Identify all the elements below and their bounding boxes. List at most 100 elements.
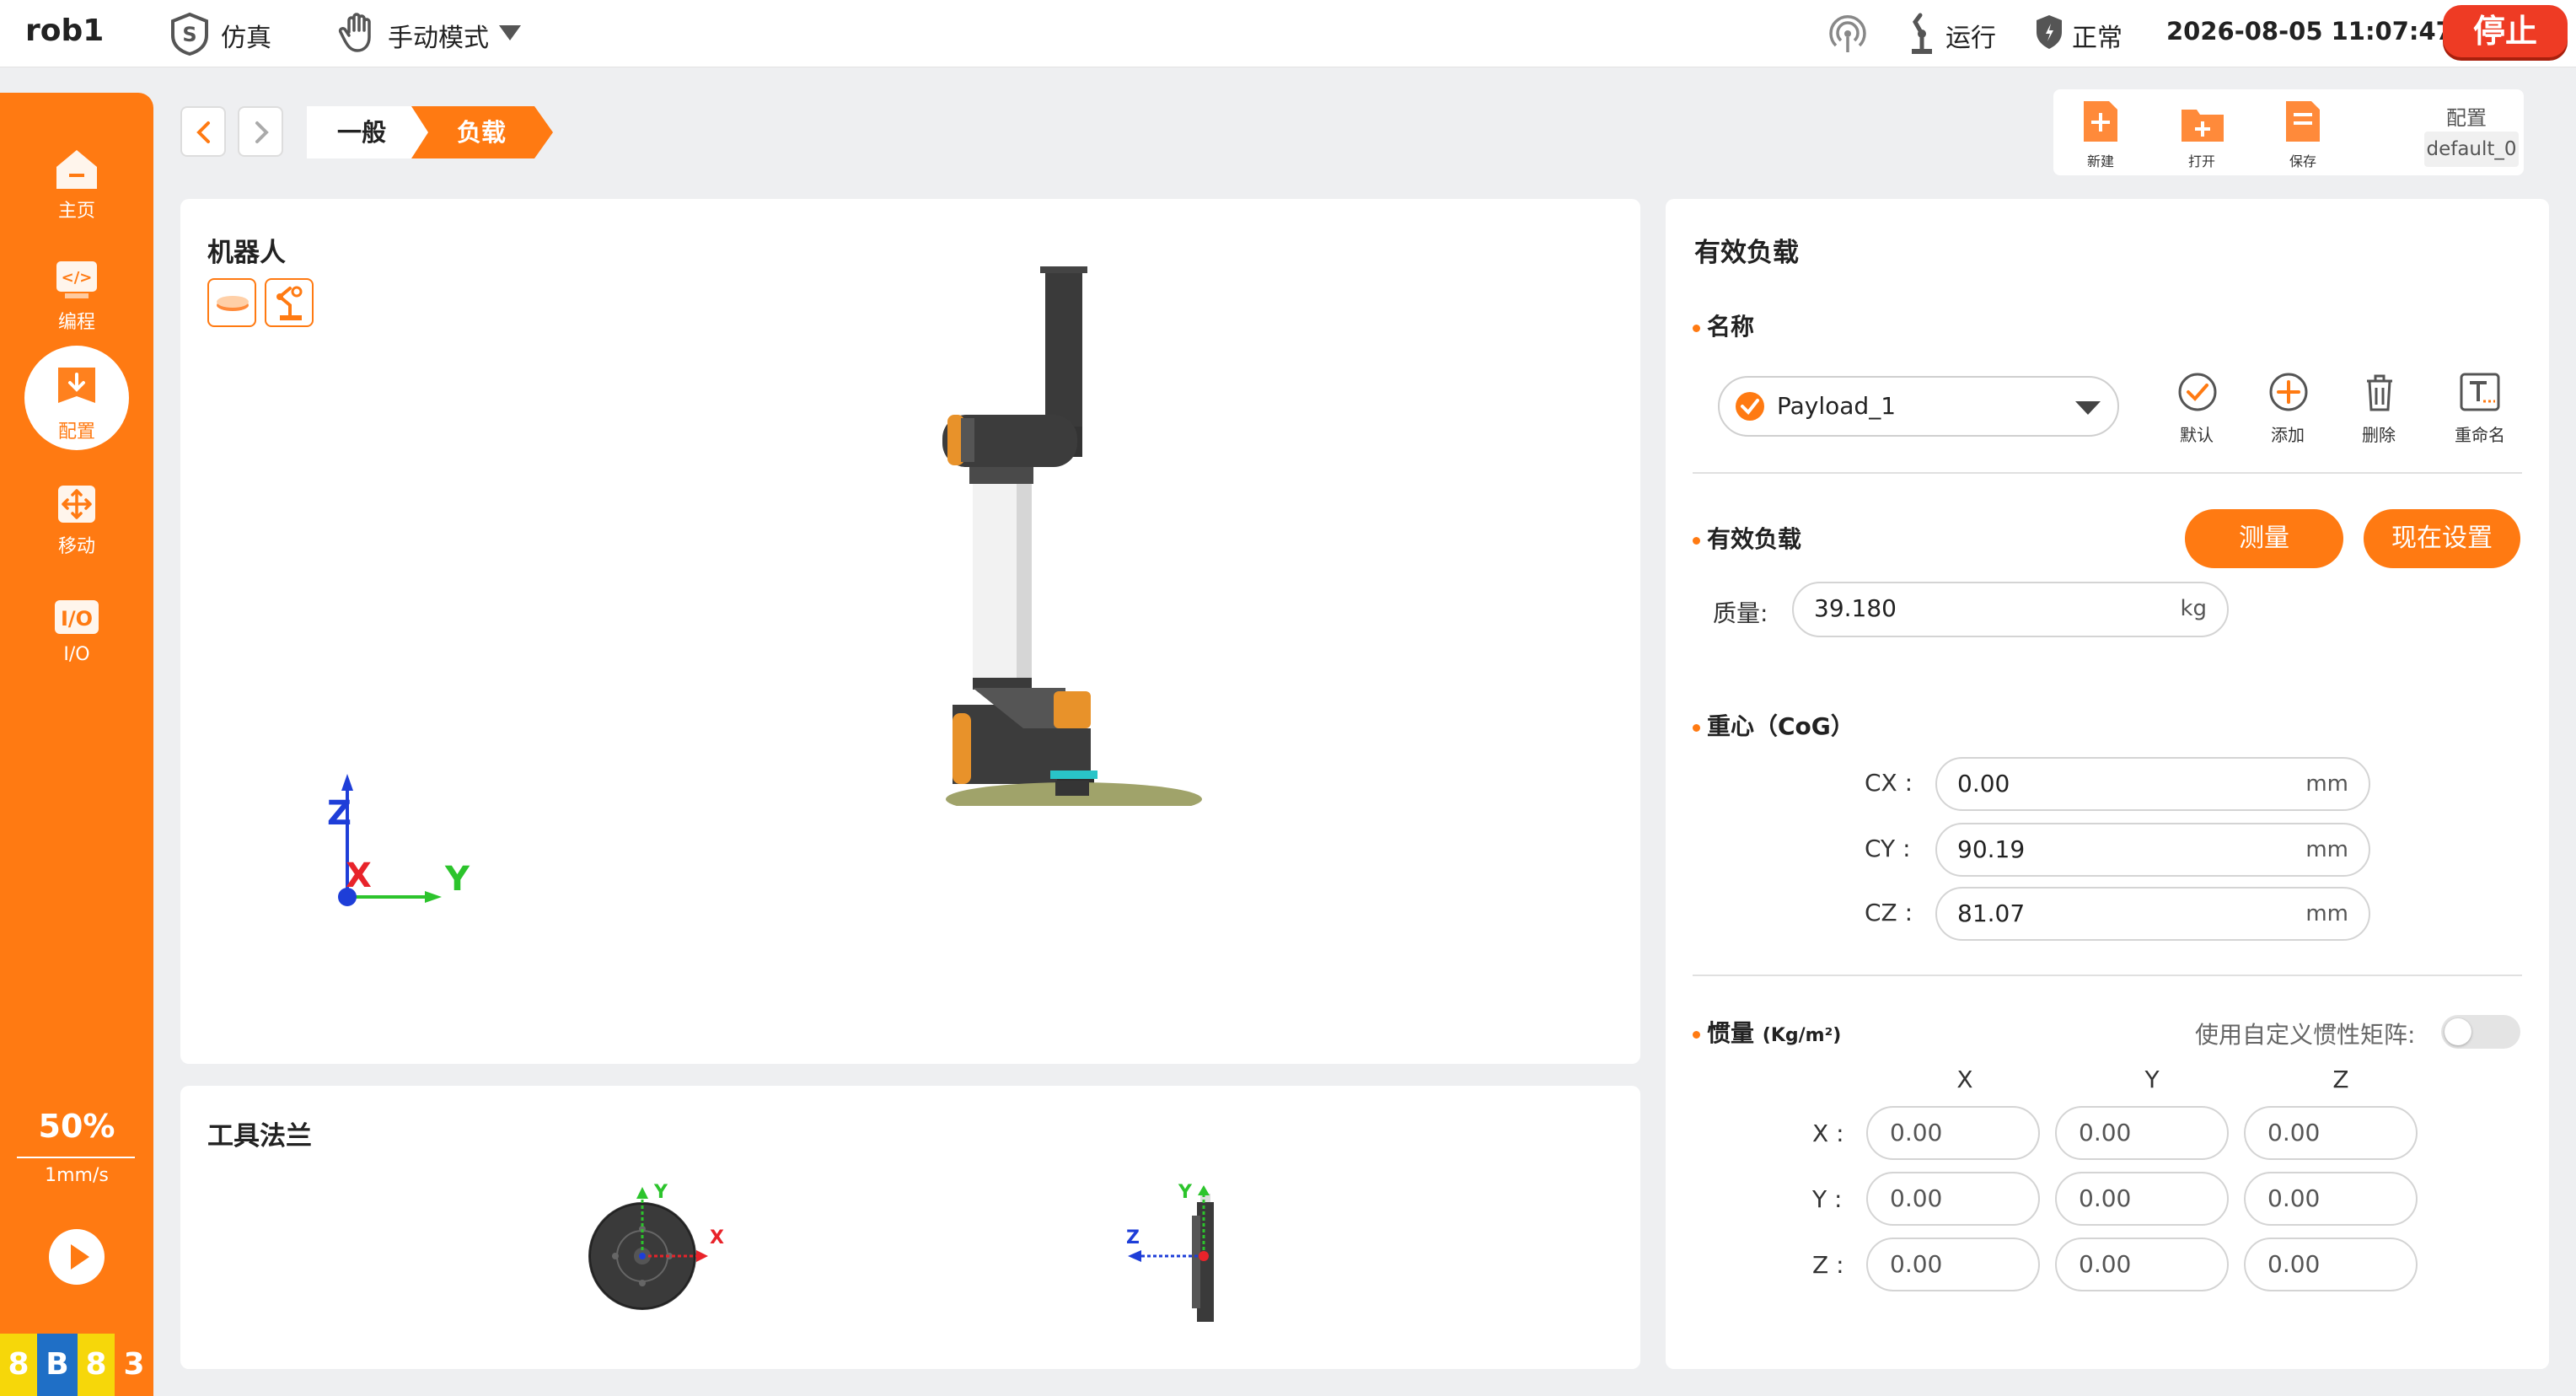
cog-y-input[interactable]: 90.19 mm [1935, 823, 2370, 877]
open-label: 打开 [2187, 153, 2215, 169]
flange-panel-title: 工具法兰 [207, 1121, 312, 1152]
home-icon [56, 150, 97, 189]
back-button[interactable] [180, 106, 226, 157]
robot-3d-view [942, 266, 1202, 806]
io-icon: I/O [55, 600, 99, 634]
svg-text:I/O: I/O [61, 607, 93, 631]
inertia-row-x-label: X : [1812, 1119, 1844, 1147]
new-file-icon [2084, 101, 2117, 142]
new-button[interactable]: 新建 [2074, 99, 2124, 172]
custom-inertia-toggle[interactable] [2441, 1015, 2520, 1049]
sidebar-item-home[interactable]: 主页 [0, 128, 153, 229]
inertia-yy-input: 0.00 [2055, 1172, 2229, 1226]
config-value[interactable]: default_0 [2424, 132, 2519, 167]
forward-button[interactable] [238, 106, 283, 157]
badge-2: B [37, 1334, 78, 1396]
inertia-value: 0.00 [2079, 1119, 2132, 1146]
code-icon: </> [56, 261, 97, 298]
cog-z-label: CZ : [1865, 899, 1913, 926]
toggle-knob [2445, 1018, 2471, 1045]
inertia-value: 0.00 [1890, 1250, 1943, 1278]
inertia-xx-input: 0.00 [1866, 1106, 2040, 1160]
flange-side-view [1128, 1185, 1214, 1322]
mode-label: 手动模式 [388, 24, 489, 53]
badge-1: 8 [0, 1334, 37, 1396]
move-icon [58, 486, 95, 523]
open-button[interactable]: 打开 [2175, 99, 2229, 172]
add-button[interactable]: 添加 [2254, 371, 2321, 452]
payload-panel: 有效负载 名称 Payload_1 默认 添加 删除 重命名 有效负载 测量 现… [1666, 199, 2549, 1369]
mass-input[interactable]: 39.180 kg [1792, 582, 2229, 637]
section-dot [1693, 723, 1700, 732]
measure-button[interactable]: 测量 [2185, 509, 2343, 568]
status-badges: 8 B 8 3 [0, 1334, 153, 1396]
inertia-value: 0.00 [2079, 1184, 2132, 1212]
payload-panel-title: 有效负载 [1694, 238, 1799, 268]
inertia-section-label: 惯量 [1707, 1019, 1755, 1047]
cog-z-input[interactable]: 81.07 mm [1935, 887, 2370, 941]
cog-y-unit: mm [2305, 837, 2348, 862]
sidebar-item-io[interactable]: I/O I/O [0, 577, 153, 678]
section-dot [1693, 536, 1700, 545]
sidebar-item-label: 编程 [57, 312, 95, 333]
sidebar-item-config[interactable]: 配置 [0, 346, 153, 459]
caret-down-icon [499, 25, 521, 40]
save-label: 保存 [2289, 153, 2316, 169]
svg-text:S: S [182, 23, 196, 46]
breadcrumb-item-general[interactable]: 一般 [309, 113, 415, 148]
view-robot-button[interactable] [265, 278, 314, 327]
save-button[interactable]: 保存 [2276, 99, 2330, 172]
inertia-row-z-label: Z : [1812, 1251, 1844, 1279]
breadcrumb-item-payload[interactable]: 负载 [428, 113, 534, 148]
inertia-zz-input: 0.00 [2244, 1238, 2418, 1291]
divider [1693, 975, 2522, 976]
flange-front-y-label: Y [654, 1182, 668, 1203]
view-plate-button[interactable] [207, 278, 256, 327]
robot-arm-icon [276, 286, 303, 320]
mass-value: 39.180 [1814, 594, 1897, 622]
section-dot [1693, 324, 1700, 332]
set-now-button[interactable]: 现在设置 [2364, 509, 2520, 568]
badge-4: 3 [115, 1334, 153, 1396]
play-button[interactable] [49, 1229, 105, 1285]
mass-unit: kg [2180, 596, 2207, 621]
inertia-value: 0.00 [2267, 1184, 2321, 1212]
rename-button[interactable]: 重命名 [2439, 371, 2520, 452]
cog-section-title: 重心（CoG） [1693, 708, 1854, 742]
speed-percent: 50% [38, 1108, 115, 1145]
cog-x-value: 0.00 [1957, 770, 2010, 797]
name-section-label: 名称 [1707, 313, 1755, 341]
flange-side-y-label: Y [1178, 1182, 1192, 1203]
sidebar-item-move[interactable]: 移动 [0, 464, 153, 565]
save-icon [2286, 101, 2320, 142]
flange-front-view [588, 1187, 708, 1310]
sidebar-item-label: I/O [63, 644, 90, 665]
sidebar-item-label: 主页 [57, 201, 95, 222]
sidebar-item-label: 移动 [57, 536, 95, 557]
section-dot [1693, 1030, 1700, 1039]
shield-icon [2037, 15, 2062, 49]
default-button[interactable]: 默认 [2163, 371, 2230, 452]
cog-x-input[interactable]: 0.00 mm [1935, 757, 2370, 811]
stop-button[interactable]: 停止 [2443, 5, 2568, 57]
delete-label: 删除 [2362, 425, 2396, 445]
inertia-col-x: X [1956, 1066, 1973, 1093]
check-icon [2178, 373, 2217, 411]
cog-z-unit: mm [2305, 901, 2348, 926]
flange-front-x-label: X [710, 1227, 724, 1248]
inertia-section-title: 惯量 (Kg/m²) [1693, 1015, 1841, 1049]
custom-inertia-label: 使用自定义惯性矩阵: [2195, 1021, 2416, 1049]
robot-panel: 机器人 Z X Y [180, 199, 1640, 1064]
sidebar-item-program[interactable]: </> 编程 [0, 239, 153, 341]
mode-dropdown[interactable]: 手动模式 [335, 10, 529, 57]
inertia-value: 0.00 [1890, 1184, 1943, 1212]
cog-y-value: 90.19 [1957, 835, 2026, 863]
sim-mode-button[interactable]: S [165, 10, 216, 57]
payload-select[interactable]: Payload_1 [1718, 376, 2119, 437]
sidebar-item-label: 配置 [57, 421, 95, 443]
payload-select-value: Payload_1 [1777, 392, 1897, 420]
inertia-col-y: Y [2144, 1066, 2160, 1093]
check-circle-icon [1736, 392, 1764, 421]
signal-icon [1829, 14, 1866, 52]
delete-button[interactable]: 删除 [2345, 371, 2412, 452]
